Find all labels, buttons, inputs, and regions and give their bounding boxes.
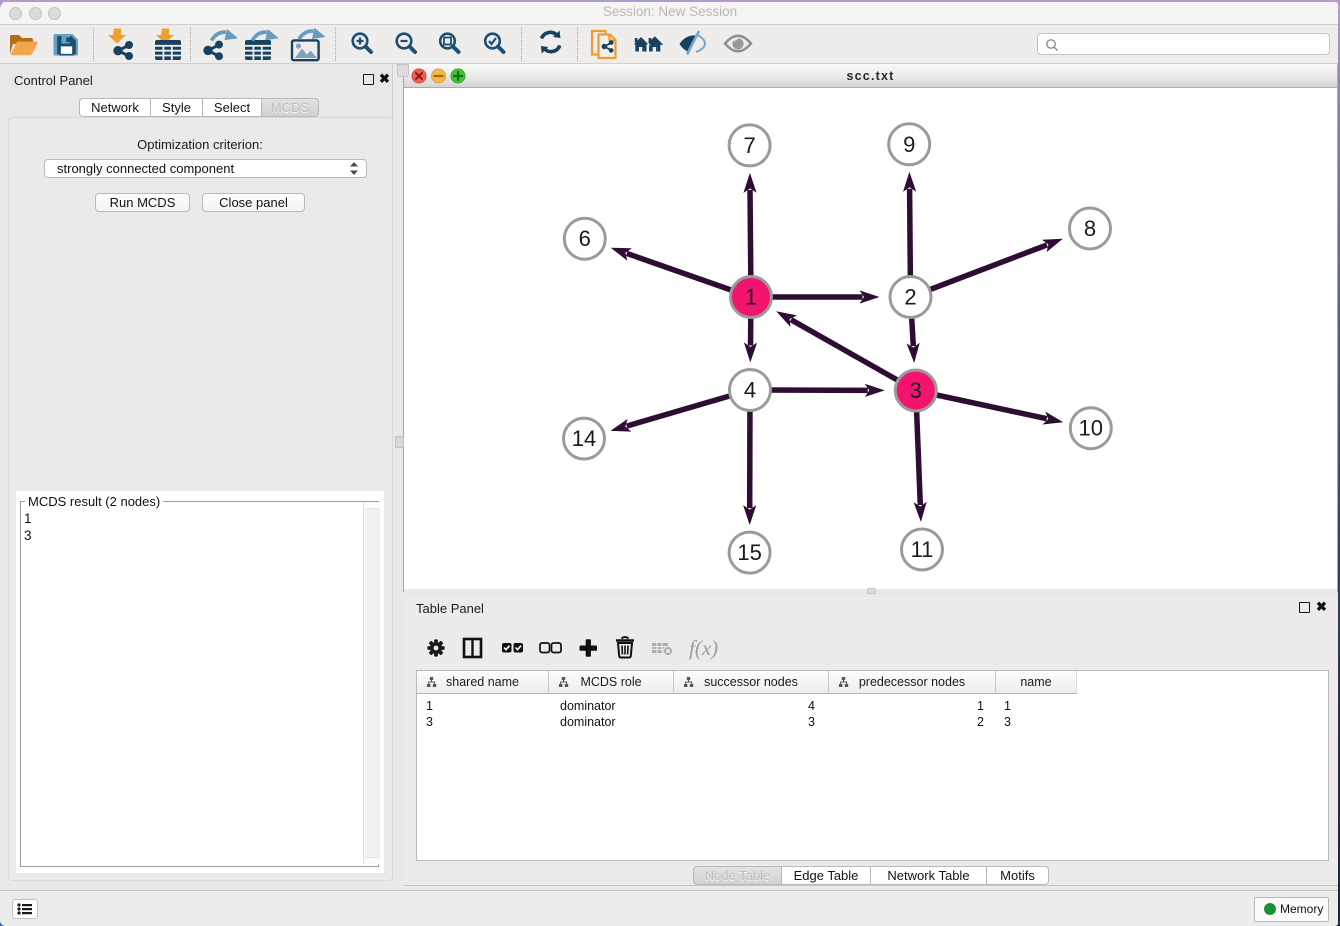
svg-text:4: 4: [744, 378, 756, 403]
svg-text:2: 2: [904, 285, 916, 310]
svg-text:1: 1: [745, 285, 757, 310]
svg-text:9: 9: [903, 132, 915, 157]
svg-text:8: 8: [1084, 216, 1096, 241]
svg-text:14: 14: [572, 426, 596, 451]
svg-text:7: 7: [743, 133, 755, 158]
svg-text:10: 10: [1079, 416, 1103, 441]
svg-text:3: 3: [910, 378, 922, 403]
svg-text:6: 6: [579, 226, 591, 251]
svg-text:f(x): f(x): [689, 636, 718, 660]
svg-text:11: 11: [911, 537, 934, 562]
svg-text:15: 15: [737, 540, 761, 565]
